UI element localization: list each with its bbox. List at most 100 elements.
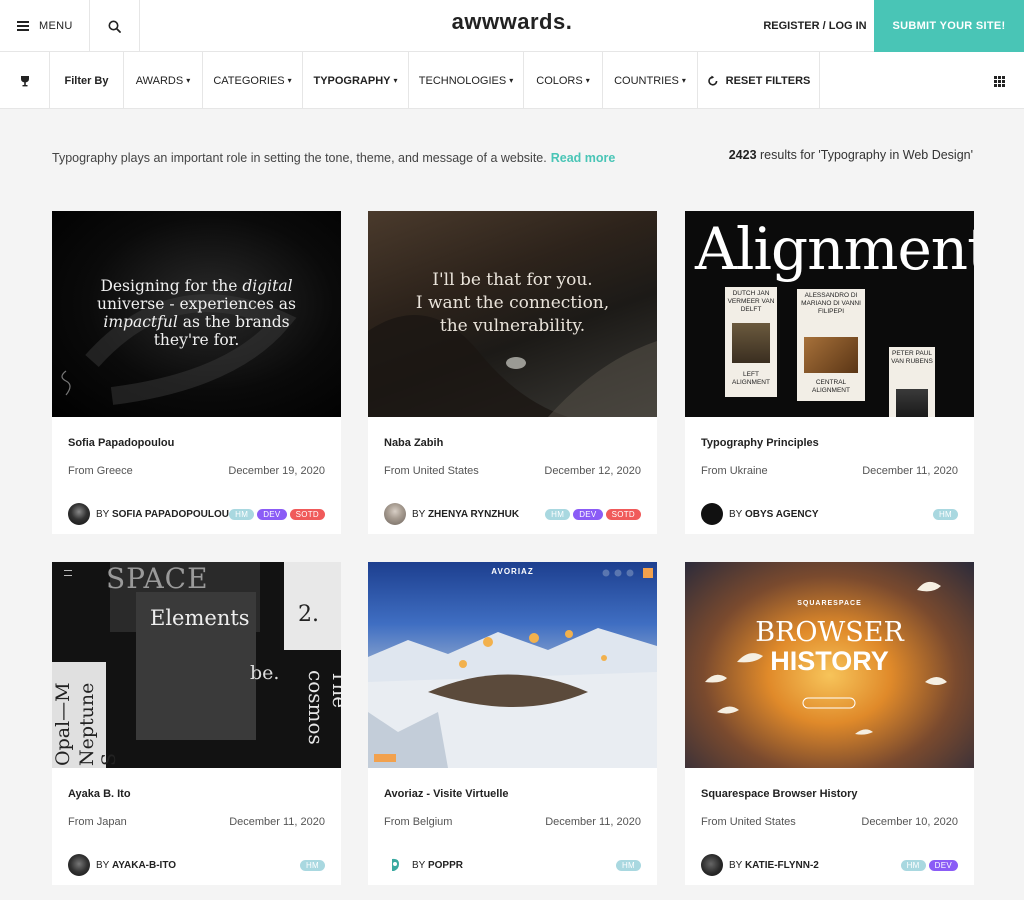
thumb-headline-line: I want the connection, — [415, 293, 610, 313]
hm-badge: HM — [229, 509, 255, 520]
card-title[interactable]: Sofia Papadopoulou — [68, 437, 174, 449]
reset-filters-label: RESET FILTERS — [725, 74, 811, 87]
card-date: December 11, 2020 — [545, 816, 641, 828]
filter-typography-dropdown[interactable]: TYPOGRAPHY ▾ — [303, 52, 409, 109]
card-author[interactable]: BY POPPR — [384, 854, 463, 876]
avatar — [701, 854, 723, 876]
card-date: December 12, 2020 — [544, 465, 641, 477]
search-button[interactable] — [90, 0, 140, 52]
card-country: From United States — [701, 816, 796, 828]
filter-technologies-dropdown[interactable]: TECHNOLOGIES ▾ — [409, 52, 524, 109]
thumb-headline-line: universe - experiences as — [97, 295, 296, 313]
thumb-brand: SQUARESPACE — [797, 600, 862, 607]
thumb-word: be. — [250, 662, 280, 684]
author-name: OBYS AGENCY — [744, 508, 819, 520]
filter-bar: Filter By AWARDS ▾ CATEGORIES ▾ TYPOGRAPHY… — [0, 52, 1024, 109]
card-author[interactable]: BY AYAKA-B-ITO — [68, 854, 176, 876]
technologies-label: TECHNOLOGIES — [418, 74, 507, 87]
intro-text: Typography plays an important role in se… — [52, 151, 615, 165]
thumb-word: 2. — [298, 602, 319, 627]
filter-awards-dropdown[interactable]: AWARDS ▾ — [124, 52, 203, 109]
thumb-tag: PETER PAUL VAN RUBENS — [891, 350, 933, 365]
chevron-down-icon: ▾ — [287, 76, 292, 85]
card-date: December 11, 2020 — [862, 465, 958, 477]
award-badges: HM — [299, 860, 325, 871]
filter-by-label: Filter By — [50, 52, 124, 109]
by-label: BY — [729, 859, 743, 871]
reset-filters-button[interactable]: RESET FILTERS — [698, 52, 820, 109]
submit-your-site-button[interactable]: SUBMIT YOUR SITE! — [874, 0, 1024, 52]
site-card[interactable]: SQUARESPACE BROWSER HISTORY Squarespace … — [685, 562, 974, 885]
card-title[interactable]: Naba Zabih — [384, 437, 443, 449]
author-name: POPPR — [427, 859, 463, 871]
card-title[interactable]: Typography Principles — [701, 437, 819, 449]
reset-icon — [707, 75, 718, 86]
results-count: 2423 — [728, 148, 757, 162]
by-label: BY — [96, 508, 110, 520]
hm-badge: HM — [299, 860, 325, 871]
thumb-headline-italic: digital — [242, 277, 293, 295]
sotd-badge: SOTD — [605, 509, 641, 520]
thumb-word: Opal—M — [52, 682, 74, 766]
grid-view-icon[interactable] — [994, 76, 1005, 87]
card-title[interactable]: Avoriaz - Visite Virtuelle — [384, 788, 509, 800]
thumb-tag: DUTCH JAN VERMEER VAN DELFT — [727, 290, 775, 313]
site-card[interactable]: Designing for the digital universe - exp… — [52, 211, 341, 534]
award-badges: HM DEV SOTD — [229, 509, 325, 520]
avatar — [68, 854, 90, 876]
results-text: results for 'Typography in Web Design' — [756, 148, 973, 162]
author-name: AYAKA-B-ITO — [111, 859, 177, 871]
card-author[interactable]: BY KATIE-FLYNN-2 — [701, 854, 819, 876]
thumb-word: The cosmos — [304, 670, 341, 745]
avatar — [384, 854, 406, 876]
site-card[interactable]: SPACE Elements be. 2. The cosmos Opal—M … — [52, 562, 341, 885]
author-name: KATIE-FLYNN-2 — [744, 859, 819, 871]
site-card[interactable]: Alignment DUTCH JAN VERMEER VAN DELFT LE… — [685, 211, 974, 534]
card-country: From Greece — [68, 465, 133, 477]
card-author[interactable]: BY ZHENYA RYNZHUK — [384, 503, 519, 525]
thumb-tag: CENTRAL ALIGNMENT — [812, 379, 850, 394]
trophy-icon — [20, 75, 29, 86]
filter-categories-dropdown[interactable]: CATEGORIES ▾ — [203, 52, 303, 109]
site-thumbnail[interactable]: AVORIAZ — [368, 562, 657, 768]
chevron-down-icon: ▾ — [393, 76, 398, 85]
avatar — [384, 503, 406, 525]
card-author[interactable]: BY OBYS AGENCY — [701, 503, 818, 525]
hm-badge: HM — [545, 509, 571, 520]
filter-colors-dropdown[interactable]: COLORS ▾ — [524, 52, 603, 109]
hm-badge: HM — [615, 860, 641, 871]
site-thumbnail[interactable]: SPACE Elements be. 2. The cosmos Opal—M … — [52, 562, 341, 768]
award-badges: HM DEV — [900, 860, 958, 871]
awwwards-logo[interactable]: awwwards. — [452, 9, 573, 34]
awards-label: AWARDS — [135, 74, 184, 87]
filter-countries-dropdown[interactable]: COUNTRIES ▾ — [603, 52, 698, 109]
site-card[interactable]: AVORIAZ Avoriaz - Visite Virtuelle From … — [368, 562, 657, 885]
by-label: BY — [96, 859, 110, 871]
register-login-link[interactable]: REGISTER / LOG IN — [756, 0, 874, 52]
avatar — [68, 503, 90, 525]
menu-label: MENU — [39, 20, 73, 32]
site-thumbnail[interactable]: I'll be that for you. I want the connect… — [368, 211, 657, 417]
read-more-link[interactable]: Read more — [551, 151, 616, 165]
thumb-headline-line: as the brands — [182, 313, 290, 331]
site-thumbnail[interactable]: Alignment DUTCH JAN VERMEER VAN DELFT LE… — [685, 211, 974, 417]
thumb-tag: LEFT ALIGNMENT — [732, 371, 770, 386]
dev-badge: DEV — [257, 509, 287, 520]
thumb-headline-line: HISTORY — [770, 646, 889, 676]
thumb-word: Neptune S — [76, 682, 120, 766]
card-title[interactable]: Squarespace Browser History — [701, 788, 858, 800]
menu-button[interactable]: MENU — [0, 0, 90, 52]
card-author[interactable]: BY SOFIA PAPADOPOULOU — [68, 503, 229, 525]
chevron-down-icon: ▾ — [681, 76, 686, 85]
card-country: From United States — [384, 465, 479, 477]
site-card[interactable]: I'll be that for you. I want the connect… — [368, 211, 657, 534]
by-label: BY — [729, 508, 743, 520]
filter-toggle-button[interactable] — [0, 52, 50, 109]
card-title[interactable]: Ayaka B. Ito — [68, 788, 131, 800]
site-thumbnail[interactable]: SQUARESPACE BROWSER HISTORY — [685, 562, 974, 768]
search-icon — [108, 20, 121, 33]
categories-label: CATEGORIES — [213, 74, 285, 87]
site-thumbnail[interactable]: Designing for the digital universe - exp… — [52, 211, 341, 417]
card-country: From Belgium — [384, 816, 453, 828]
by-label: BY — [412, 508, 426, 520]
